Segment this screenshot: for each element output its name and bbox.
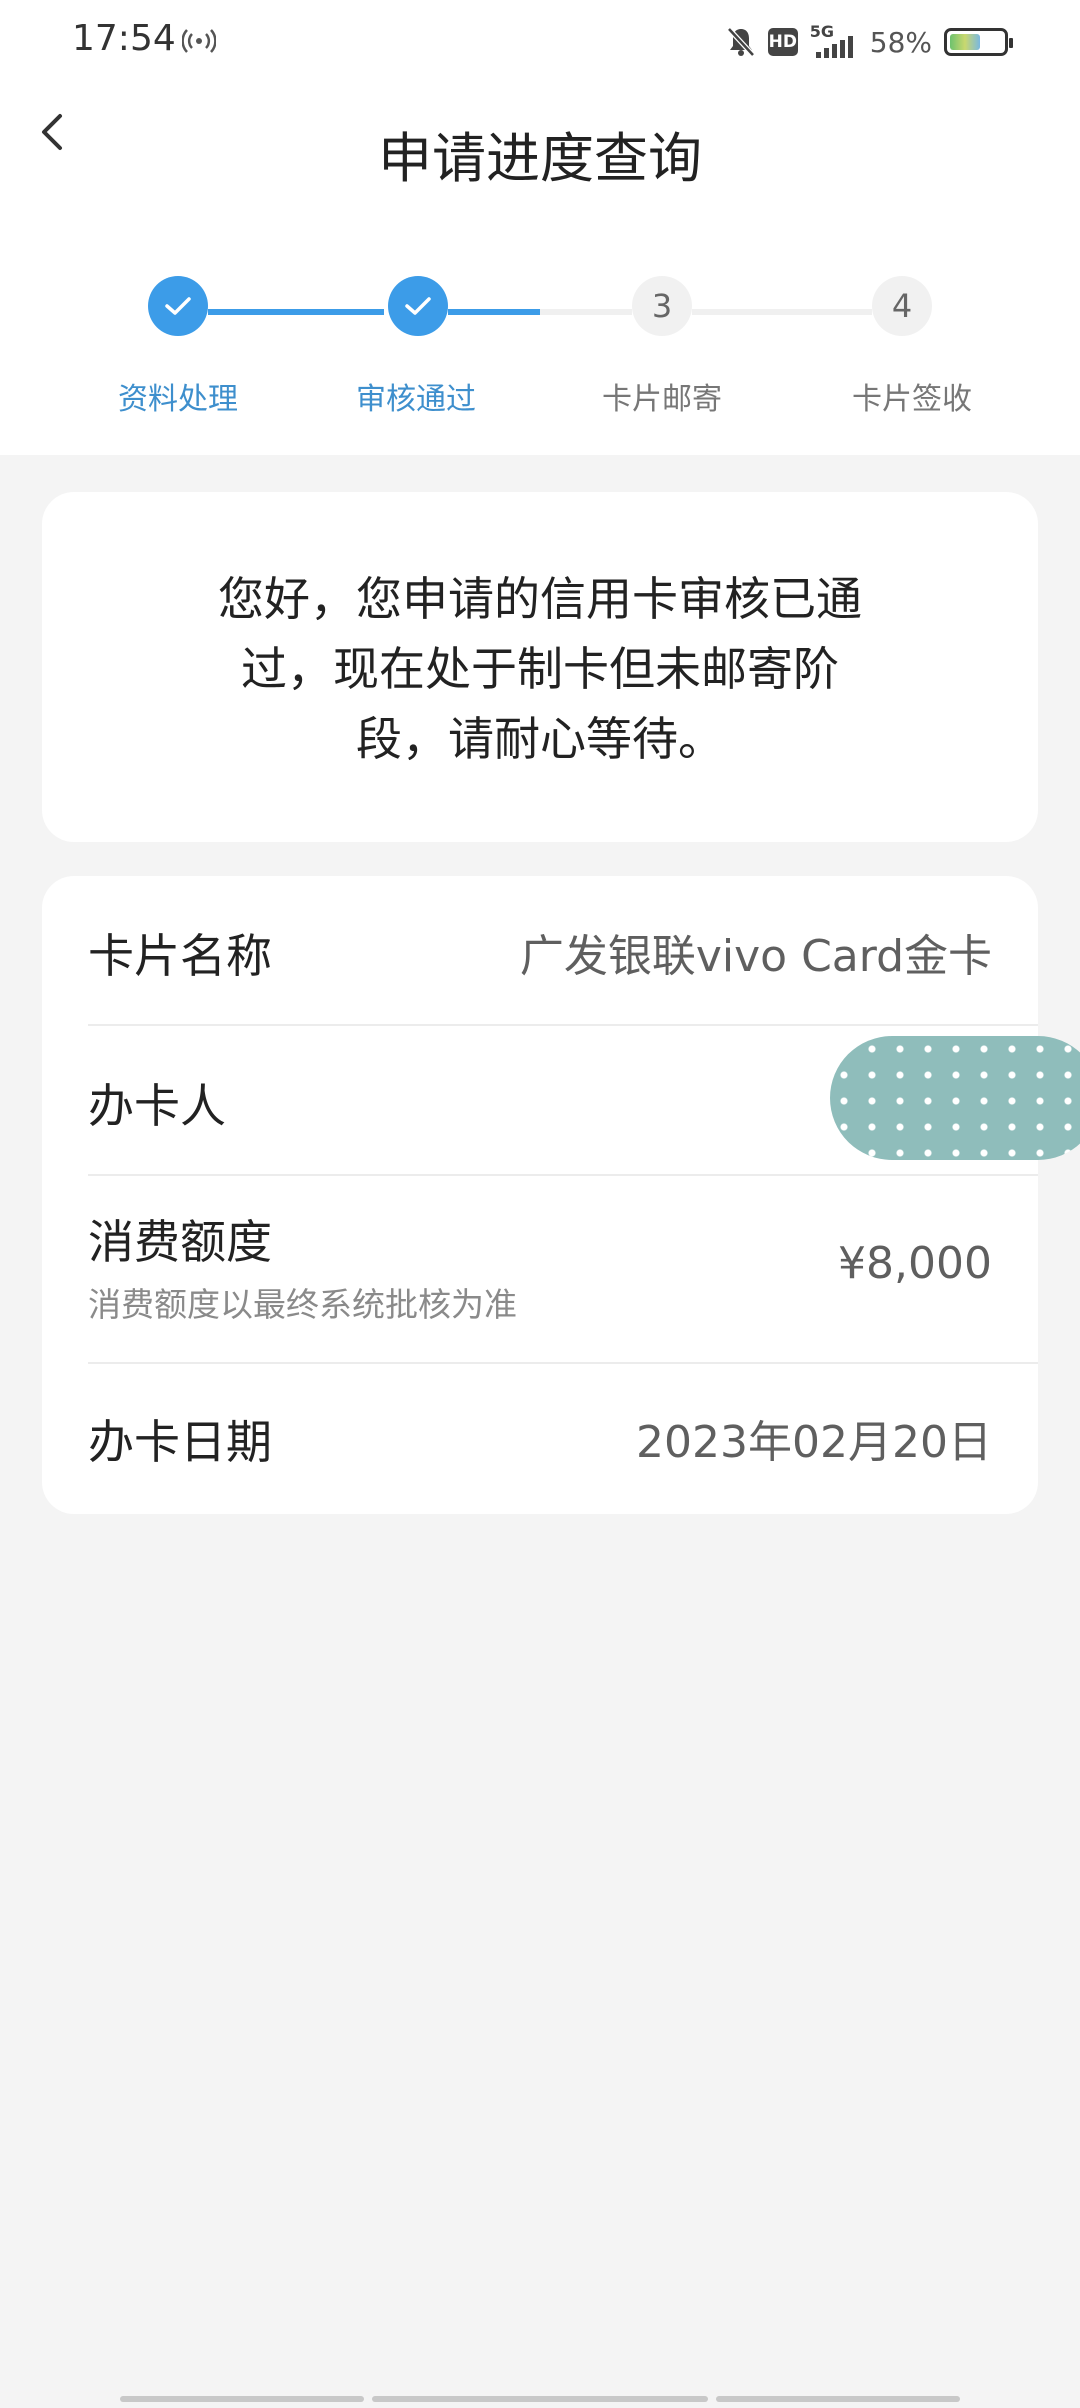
- status-bar: 17:54 HD 5G 58%: [0, 0, 1080, 84]
- status-message-line: 您好，您申请的信用卡审核已通: [218, 572, 862, 626]
- status-message-line: 过，现在处于制卡但未邮寄阶: [241, 642, 839, 696]
- status-message-line: 段，请耐心等待。: [356, 712, 724, 766]
- application-details-card: 卡片名称 广发银联vivo Card金卡 办卡人 消费额度 消费额度以最终系统批…: [42, 876, 1080, 1514]
- status-message: 您好，您申请的信用卡审核已通 过，现在处于制卡但未邮寄阶 段，请耐心等待。: [192, 564, 888, 774]
- hd-badge: HD: [767, 28, 798, 56]
- step-line-2-rest: [540, 309, 632, 315]
- step-line-3: [692, 309, 872, 315]
- status-icons: HD 5G 58%: [726, 20, 1013, 64]
- step-2-label: 审核通过: [356, 382, 476, 417]
- gesture-navigation-bar[interactable]: [120, 2396, 960, 2402]
- page-title: 申请进度查询: [378, 127, 702, 190]
- progress-stepper: 资料处理 审核通过 3 卡片邮寄 4 卡片签收: [0, 276, 1080, 426]
- header-area: 17:54 HD 5G 58% 申请进度查询 资料处理 审核通过 3 卡片邮寄 …: [0, 0, 1080, 455]
- applicant-label: 办卡人: [88, 1079, 226, 1133]
- credit-limit-note: 消费额度以最终系统批核为准: [88, 1285, 517, 1324]
- privacy-mask-sticker: [830, 1036, 1080, 1160]
- signal-icon: 5G: [810, 22, 858, 60]
- step-1-label: 资料处理: [118, 382, 238, 417]
- battery-icon: [944, 28, 1013, 56]
- card-name-value: 广发银联vivo Card金卡: [519, 931, 992, 982]
- step-4-label: 卡片签收: [852, 382, 972, 417]
- card-name-label: 卡片名称: [88, 929, 272, 983]
- credit-limit-row: 消费额度 消费额度以最终系统批核为准 ¥8,000: [88, 1176, 1038, 1362]
- apply-date-label: 办卡日期: [88, 1415, 272, 1469]
- hotspot-icon: [182, 29, 216, 53]
- credit-limit-label: 消费额度: [88, 1215, 272, 1269]
- card-name-row: 卡片名称 广发银联vivo Card金卡: [88, 876, 1038, 1024]
- battery-level: [950, 34, 980, 50]
- step-line-1: [208, 309, 384, 315]
- credit-limit-value: ¥8,000: [838, 1238, 992, 1289]
- check-icon: [165, 297, 191, 315]
- step-2-check: [388, 276, 448, 336]
- step-1-check: [148, 276, 208, 336]
- battery-percent: 58%: [869, 25, 932, 59]
- bell-muted-icon: [726, 27, 755, 57]
- step-line-2: [448, 309, 540, 315]
- apply-date-value: 2023年02月20日: [636, 1417, 992, 1468]
- status-time: 17:54: [72, 18, 176, 59]
- apply-date-row: 办卡日期 2023年02月20日: [88, 1364, 1038, 1514]
- step-3-label: 卡片邮寄: [602, 382, 722, 417]
- status-message-card: 您好，您申请的信用卡审核已通 过，现在处于制卡但未邮寄阶 段，请耐心等待。: [42, 492, 1038, 842]
- nav-bar: 申请进度查询: [0, 84, 1080, 214]
- step-4-number: 4: [872, 276, 932, 336]
- step-3-number: 3: [632, 276, 692, 336]
- check-icon: [405, 297, 431, 315]
